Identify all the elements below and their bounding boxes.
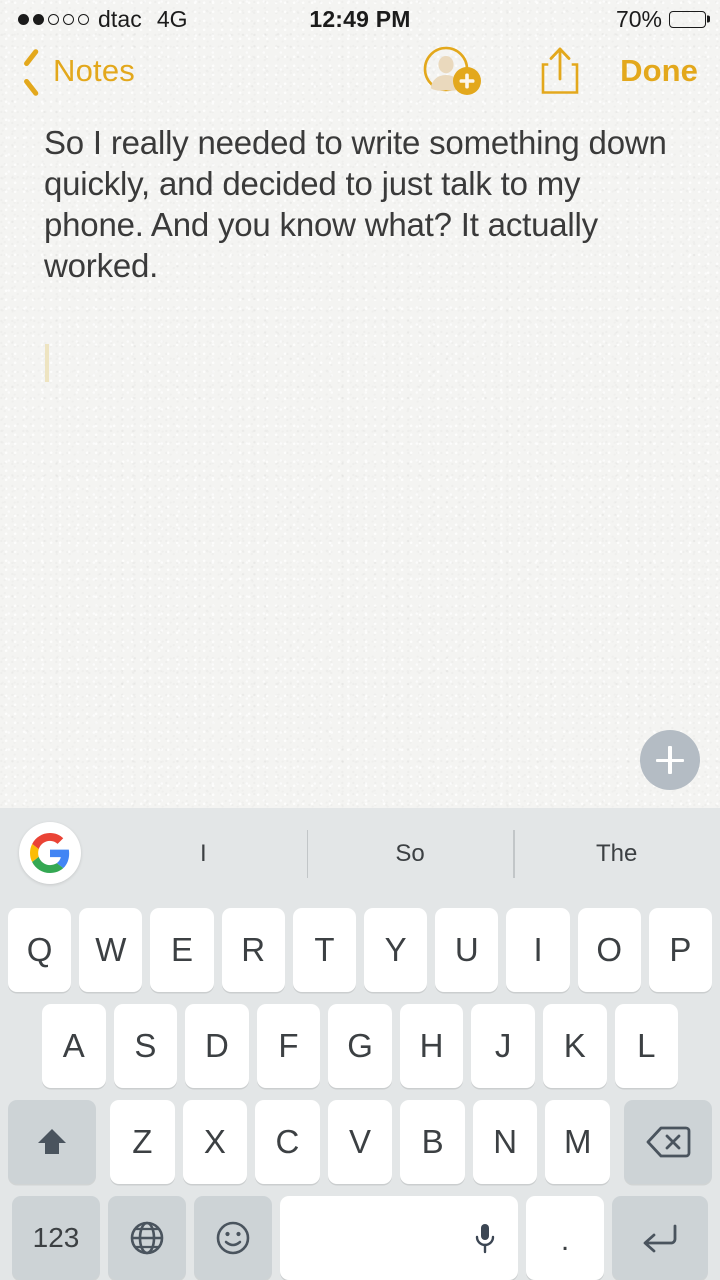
key-t[interactable]: T — [292, 908, 357, 992]
on-screen-keyboard: I So The Q W E R T Y U I O P A S D F G H… — [0, 808, 720, 1280]
enter-icon[interactable] — [612, 1196, 708, 1280]
share-icon[interactable] — [538, 45, 582, 97]
status-bar-right: 70% — [615, 5, 710, 33]
key-r[interactable]: R — [221, 908, 285, 992]
key-f[interactable]: F — [256, 1004, 321, 1088]
navigation-bar: Notes Done — [0, 38, 720, 104]
key-k[interactable]: K — [542, 1004, 607, 1088]
keyboard-row-3: Z X C V B N M — [0, 1100, 720, 1184]
key-p[interactable]: P — [648, 908, 713, 992]
key-d[interactable]: D — [185, 1004, 249, 1088]
status-bar: dtac 4G 12:49 PM 70% — [0, 0, 720, 38]
key-v[interactable]: V — [327, 1100, 393, 1184]
done-button[interactable]: Done — [620, 53, 698, 89]
key-z[interactable]: Z — [110, 1100, 175, 1184]
backspace-icon[interactable] — [624, 1100, 713, 1184]
key-n[interactable]: N — [472, 1100, 538, 1184]
add-attachment-button[interactable] — [640, 730, 700, 790]
key-i[interactable]: I — [506, 908, 570, 992]
keyboard-row-4: 123 . — [0, 1196, 720, 1280]
key-s[interactable]: S — [113, 1004, 178, 1088]
keyboard-row-1: Q W E R T Y U I O P — [0, 908, 720, 992]
key-l[interactable]: L — [614, 1004, 679, 1088]
key-h[interactable]: H — [399, 1004, 464, 1088]
key-c[interactable]: C — [255, 1100, 320, 1184]
globe-icon[interactable] — [108, 1196, 186, 1280]
suggestion-item[interactable]: I — [100, 808, 307, 900]
key-a[interactable]: A — [42, 1004, 106, 1088]
chevron-left-icon — [22, 54, 42, 88]
back-to-notes-button[interactable]: Notes — [22, 53, 135, 89]
back-button-label: Notes — [53, 53, 135, 88]
key-x[interactable]: X — [182, 1100, 248, 1184]
microphone-icon[interactable] — [472, 1221, 498, 1255]
key-m[interactable]: M — [545, 1100, 611, 1184]
battery-icon — [669, 10, 710, 28]
row3-spacer — [614, 1100, 620, 1184]
key-w[interactable]: W — [79, 908, 143, 992]
suggestion-list: I So The — [100, 808, 720, 900]
numbers-key[interactable]: 123 — [12, 1196, 100, 1280]
row3-spacer — [100, 1100, 106, 1184]
notes-app-screen: dtac 4G 12:49 PM 70% Notes Done So I rea… — [0, 0, 720, 1280]
key-u[interactable]: U — [435, 908, 499, 992]
keyboard-row-2: A S D F G H J K L — [0, 1004, 720, 1088]
text-cursor — [45, 344, 49, 382]
battery-cap — [707, 15, 710, 23]
space-key[interactable] — [280, 1196, 518, 1280]
google-g-icon[interactable] — [19, 822, 81, 884]
emoji-icon[interactable] — [194, 1196, 272, 1280]
suggestion-item[interactable]: So — [306, 808, 514, 900]
period-key[interactable]: . — [526, 1196, 604, 1280]
shift-icon[interactable] — [8, 1100, 96, 1184]
battery-percent-label: 70% — [615, 5, 662, 32]
key-q[interactable]: Q — [8, 908, 72, 992]
key-j[interactable]: J — [471, 1004, 535, 1088]
clock-label: 12:49 PM — [309, 5, 411, 32]
suggestion-strip: I So The — [0, 808, 720, 900]
add-collaborator-icon[interactable] — [422, 45, 486, 97]
navigation-bar-actions: Done — [422, 38, 720, 104]
key-o[interactable]: O — [577, 908, 641, 992]
key-e[interactable]: E — [150, 908, 214, 992]
suggestion-item[interactable]: The — [513, 808, 720, 900]
key-g[interactable]: G — [328, 1004, 392, 1088]
key-y[interactable]: Y — [364, 908, 428, 992]
note-body-text[interactable]: So I really needed to write something do… — [44, 122, 684, 286]
key-b[interactable]: B — [400, 1100, 465, 1184]
